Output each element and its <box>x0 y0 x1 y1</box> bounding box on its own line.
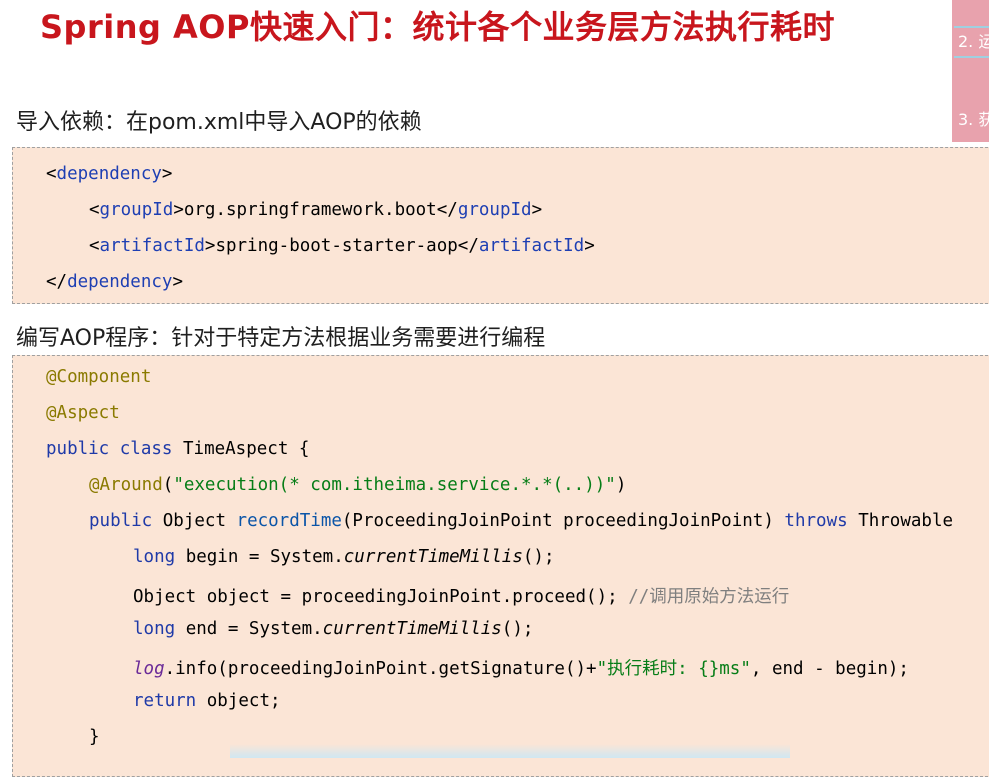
keyword: long <box>133 547 176 567</box>
annotation: @Around <box>89 475 163 495</box>
statement: (); <box>501 619 534 639</box>
xml-tag: groupId <box>457 200 532 220</box>
static-method: currentTimeMillis <box>322 619 502 639</box>
exception-type: Throwable <box>858 511 954 531</box>
side-outline-item-2[interactable]: 2. 运 <box>958 28 989 52</box>
slide-title: Spring AOP快速入门：统计各个业务层方法执行耗时 <box>40 8 835 46</box>
xml-tag: dependency <box>56 164 162 184</box>
static-method: currentTimeMillis <box>343 547 523 567</box>
statement: , end - begin); <box>750 659 909 679</box>
xml-value: spring-boot-starter-aop <box>215 236 458 256</box>
code-line: @Around("execution(* com.itheima.service… <box>89 475 627 495</box>
side-outline-item-3[interactable]: 3. 获 <box>958 106 989 130</box>
statement: (); <box>522 547 555 567</box>
code-line: long begin = System.currentTimeMillis(); <box>133 547 554 567</box>
section-heading-dependency: 导入依赖：在pom.xml中导入AOP的依赖 <box>16 110 422 135</box>
keyword: long <box>133 619 176 639</box>
log-field: log <box>133 659 165 679</box>
keyword: public <box>89 511 153 531</box>
method-params: (ProceedingJoinPoint proceedingJoinPoint… <box>341 511 774 531</box>
code-line: <dependency> <box>46 164 173 184</box>
xml-value: org.springframework.boot <box>183 200 437 220</box>
code-line: public Object recordTime(ProceedingJoinP… <box>89 511 953 531</box>
code-line: return object; <box>133 691 281 711</box>
xml-tag: artifactId <box>99 236 205 256</box>
bottom-overlay <box>230 744 790 758</box>
side-divider <box>954 56 989 58</box>
closing-brace: } <box>89 727 100 747</box>
return-type: Object <box>162 511 226 531</box>
code-line: long end = System.currentTimeMillis(); <box>133 619 533 639</box>
code-line: Object object = proceedingJoinPoint.proc… <box>133 583 789 608</box>
code-line: @Component <box>46 367 151 387</box>
statement: Object object = proceedingJoinPoint.proc… <box>133 587 618 607</box>
section-heading-aop-program: 编写AOP程序：针对于特定方法根据业务需要进行编程 <box>16 326 546 351</box>
code-line: public class TimeAspect { <box>46 439 309 459</box>
keyword: public <box>46 439 110 459</box>
annotation: @Aspect <box>46 403 120 423</box>
statement: begin = System. <box>185 547 344 567</box>
xml-tag: dependency <box>67 272 173 292</box>
class-name: TimeAspect { <box>183 439 310 459</box>
xml-tag: groupId <box>99 200 174 220</box>
code-comment: //调用原始方法运行 <box>628 587 790 607</box>
code-line: @Aspect <box>46 403 120 423</box>
statement: .info(proceedingJoinPoint.getSignature()… <box>164 659 597 679</box>
code-line: } <box>89 727 100 747</box>
code-line: </dependency> <box>46 272 183 292</box>
annotation: @Component <box>46 367 152 387</box>
code-line: log.info(proceedingJoinPoint.getSignatur… <box>133 655 909 680</box>
string-literal: "execution(* com.itheima.service.*.*(..)… <box>173 475 616 495</box>
aop-code-block: @Component @Aspect public class TimeAspe… <box>12 355 989 777</box>
code-line: <artifactId>spring-boot-starter-aop</art… <box>89 236 595 256</box>
string-literal: "执行耗时: {}ms" <box>596 659 751 679</box>
keyword: throws <box>784 511 848 531</box>
keyword: return <box>133 691 197 711</box>
dependency-code-block: <dependency> <groupId>org.springframewor… <box>12 147 989 304</box>
statement: end = System. <box>185 619 323 639</box>
method-name: recordTime <box>236 511 342 531</box>
statement: object; <box>206 691 281 711</box>
keyword: class <box>119 439 173 459</box>
xml-tag: artifactId <box>478 236 585 256</box>
code-line: <groupId>org.springframework.boot</group… <box>89 200 543 220</box>
